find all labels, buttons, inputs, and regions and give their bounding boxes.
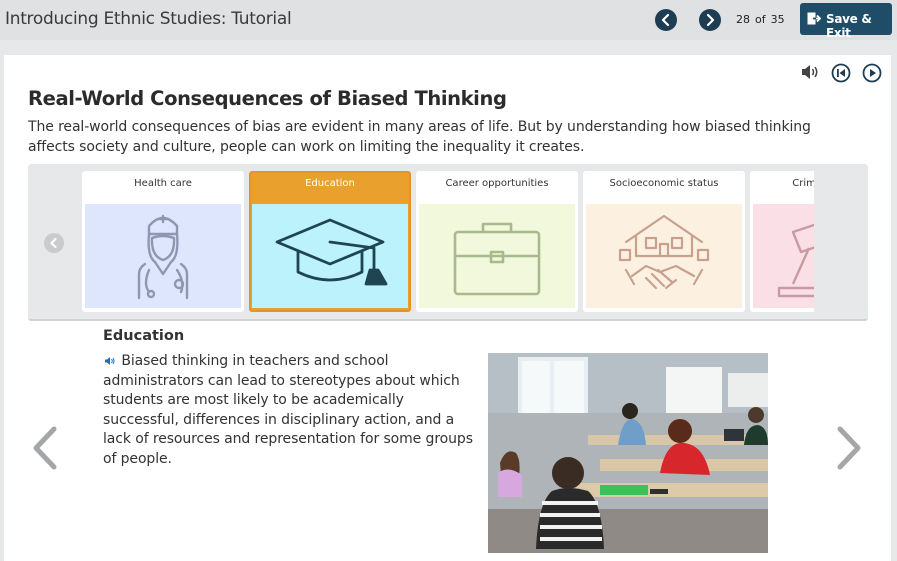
speaker-icon[interactable] bbox=[800, 63, 820, 81]
topic-card-socioeconomic-status[interactable]: Socioeconomic status bbox=[583, 171, 745, 312]
card-label: Education bbox=[305, 178, 355, 189]
topic-carousel: Health care Education Career opportuniti… bbox=[28, 164, 868, 321]
top-bar: Introducing Ethnic Studies: Tutorial 28 o… bbox=[0, 0, 897, 40]
card-label: Criminal justice bbox=[792, 178, 814, 189]
house-handshake-icon bbox=[586, 204, 742, 308]
exit-icon bbox=[807, 12, 821, 25]
intro-text: The real-world consequences of bias are … bbox=[28, 119, 811, 155]
save-exit-button[interactable]: Save & Exit bbox=[800, 3, 892, 40]
topic-card-criminal-justice[interactable]: Criminal justice bbox=[750, 171, 814, 312]
card-label: Health care bbox=[134, 178, 192, 189]
chevron-right-icon[interactable] bbox=[832, 425, 866, 471]
page-title: Real-World Consequences of Biased Thinki… bbox=[28, 87, 507, 110]
page-current: 28 bbox=[736, 13, 750, 26]
chevron-left-icon bbox=[661, 13, 670, 27]
detail-text-block: Biased thinking in teachers and school a… bbox=[103, 352, 475, 469]
app-title: Introducing Ethnic Studies: Tutorial bbox=[5, 9, 292, 29]
gavel-icon bbox=[753, 204, 814, 308]
page-counter: 28 of 35 bbox=[736, 13, 785, 26]
play-icon[interactable] bbox=[862, 63, 882, 83]
detail-body: Biased thinking in teachers and school a… bbox=[103, 353, 473, 467]
classroom-photo bbox=[488, 353, 768, 553]
card-label: Career opportunities bbox=[445, 178, 549, 189]
briefcase-icon bbox=[419, 204, 575, 308]
page-total: 35 bbox=[770, 13, 785, 26]
speaker-icon[interactable] bbox=[103, 356, 117, 366]
detail-title: Education bbox=[103, 328, 185, 344]
carousel-cards: Health care Education Career opportuniti… bbox=[82, 171, 814, 313]
chevron-left-icon bbox=[50, 237, 57, 249]
next-page-button[interactable] bbox=[699, 9, 721, 31]
save-exit-label: Save & Exit bbox=[826, 12, 872, 40]
graduation-cap-icon bbox=[252, 204, 408, 308]
content-panel: Real-World Consequences of Biased Thinki… bbox=[4, 55, 891, 561]
nurse-icon bbox=[85, 204, 241, 308]
previous-page-button[interactable] bbox=[655, 9, 677, 31]
carousel-prev-button[interactable] bbox=[44, 233, 64, 253]
topic-card-health-care[interactable]: Health care bbox=[82, 171, 244, 312]
chevron-left-icon[interactable] bbox=[28, 425, 62, 471]
skip-back-icon[interactable] bbox=[831, 63, 851, 83]
card-label: Socioeconomic status bbox=[609, 178, 719, 189]
page-of: of bbox=[755, 13, 766, 26]
chevron-right-icon bbox=[706, 13, 715, 27]
topic-card-education[interactable]: Education bbox=[249, 171, 411, 312]
topic-card-career-opportunities[interactable]: Career opportunities bbox=[416, 171, 578, 312]
